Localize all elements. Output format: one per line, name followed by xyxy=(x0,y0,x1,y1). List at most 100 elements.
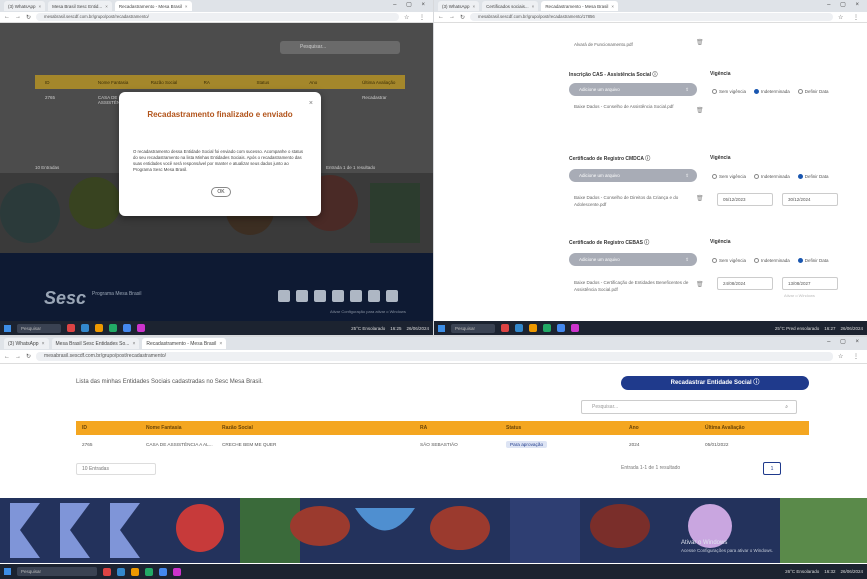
app-icon[interactable] xyxy=(543,324,551,332)
col-ultima-avaliacao[interactable]: Última Avaliação xyxy=(352,80,405,85)
close-icon[interactable]: × xyxy=(611,4,614,9)
file-link[interactable]: Baixe Dados - Conselho de Assistência So… xyxy=(574,103,699,110)
search-input[interactable]: Pesquisar... ⌕ xyxy=(581,400,797,414)
back-icon[interactable]: ← xyxy=(438,14,444,20)
close-icon[interactable]: × xyxy=(219,341,222,347)
link-icon[interactable] xyxy=(386,290,398,302)
radio-indeterminada[interactable]: Indeterminada xyxy=(754,174,790,180)
forward-icon[interactable]: → xyxy=(15,14,21,20)
weather[interactable]: 25°C Pred ensolarado xyxy=(775,326,819,331)
flickr-icon[interactable] xyxy=(350,290,362,302)
tab-recadastramento[interactable]: Recadastramento - Mesa Brasil × xyxy=(541,1,618,11)
table-row[interactable]: 2765 CASA DE ASSISTÊNCIA A AL... CRECHE … xyxy=(76,437,809,451)
entries-select[interactable]: 10 Entradas xyxy=(35,165,59,170)
clock-date[interactable]: 26/06/2024 xyxy=(406,326,429,331)
file-link[interactable]: Baixe Dados - Conselho de Direitos da Cr… xyxy=(574,194,699,208)
search-icon[interactable]: ⌕ xyxy=(785,401,788,414)
back-icon[interactable]: ← xyxy=(4,14,10,20)
trash-icon[interactable]: 🗑 xyxy=(696,39,704,46)
close-icon[interactable]: × xyxy=(39,4,42,9)
file-link[interactable]: Alvará de Funcionamento.pdf xyxy=(574,41,699,48)
entries-select[interactable]: 10 Entradas xyxy=(76,463,156,475)
app-icon[interactable] xyxy=(137,324,145,332)
trash-icon[interactable]: 🗑 xyxy=(696,281,704,288)
close-icon[interactable]: × xyxy=(473,4,476,9)
col-status[interactable]: Status xyxy=(246,80,299,85)
reload-icon[interactable]: ↻ xyxy=(460,14,465,21)
close-icon[interactable]: × xyxy=(42,341,45,347)
forward-icon[interactable]: → xyxy=(15,354,21,360)
tab-whatsapp[interactable]: (3) WhatsApp × xyxy=(4,338,49,349)
radio-indeterminada[interactable]: Indeterminada xyxy=(754,258,790,264)
app-icon[interactable] xyxy=(571,324,579,332)
linkedin-icon[interactable] xyxy=(368,290,380,302)
close-icon[interactable]: × xyxy=(532,4,535,9)
clock-time[interactable]: 16:27 xyxy=(824,326,835,331)
col-ano[interactable]: Ano xyxy=(299,80,352,85)
email-icon[interactable] xyxy=(278,290,290,302)
col-razao-social[interactable]: Razão Social xyxy=(141,80,194,85)
app-icon[interactable] xyxy=(123,324,131,332)
tab-whatsapp[interactable]: (3) WhatsApp × xyxy=(4,1,46,11)
app-icon[interactable] xyxy=(529,324,537,332)
taskbar-search[interactable]: Pesquisar xyxy=(17,323,61,333)
col-id[interactable]: ID xyxy=(35,80,88,85)
windows-start-icon[interactable] xyxy=(4,568,11,575)
taskbar-search[interactable]: Pesquisar xyxy=(17,567,97,576)
taskbar-search[interactable]: Pesquisar xyxy=(451,323,495,333)
app-icon[interactable] xyxy=(173,567,181,576)
col-ra[interactable]: RA xyxy=(330,425,506,431)
app-icon[interactable] xyxy=(159,567,167,576)
page-1-button[interactable]: 1 xyxy=(763,462,781,475)
cell-action[interactable]: Recadastrar xyxy=(352,95,405,105)
tab-entidades[interactable]: Mesa Brasil Sesc Entidades So... × xyxy=(51,338,140,349)
app-icon[interactable] xyxy=(67,324,75,332)
window-controls[interactable]: – ▢ × xyxy=(827,1,863,8)
clock-date[interactable]: 26/06/2024 xyxy=(840,326,863,331)
close-icon[interactable]: × xyxy=(105,4,108,9)
col-status[interactable]: Status xyxy=(506,425,629,431)
clock-time[interactable]: 16:32 xyxy=(824,569,835,574)
close-icon[interactable]: × xyxy=(309,100,313,107)
x-icon[interactable] xyxy=(332,290,344,302)
windows-start-icon[interactable] xyxy=(438,324,445,332)
url-field[interactable]: mesabrasil.sescdf.com.br/grupo/post/reca… xyxy=(36,13,399,21)
radio-definir-data[interactable]: Definir Data xyxy=(797,174,829,180)
url-field[interactable]: mesabrasil.sescdf.com.br/grupo/post/reca… xyxy=(470,13,833,21)
radio-sem-vigencia[interactable]: Sem vigência xyxy=(712,89,746,95)
instagram-icon[interactable] xyxy=(314,290,326,302)
date-to-input[interactable]: 13/08/2027 xyxy=(782,277,838,290)
windows-start-icon[interactable] xyxy=(4,324,11,332)
tab-certificados[interactable]: Certificados sociais... × xyxy=(482,1,539,11)
weather[interactable]: 26°C Ensolarado xyxy=(785,569,819,574)
recadastrar-button[interactable]: Recadastrar Entidade Social ⓘ xyxy=(621,376,809,390)
reload-icon[interactable]: ↻ xyxy=(26,14,31,21)
col-nome-fantasia[interactable]: Nome Fantasia xyxy=(146,425,222,431)
date-from-input[interactable]: 05/12/2023 xyxy=(717,193,773,206)
radio-definir-data[interactable]: Definir Data xyxy=(797,258,829,264)
file-link[interactable]: Baixe Dados - Certificação de Entidades … xyxy=(574,279,699,293)
forward-icon[interactable]: → xyxy=(449,14,455,20)
window-controls[interactable]: – ▢ × xyxy=(393,1,429,8)
date-to-input[interactable]: 30/12/2024 xyxy=(782,193,838,206)
col-razao-social[interactable]: Razão Social xyxy=(222,425,330,431)
trash-icon[interactable]: 🗑 xyxy=(696,195,704,202)
radio-sem-vigencia[interactable]: Sem vigência xyxy=(712,258,746,264)
upload-button[interactable]: Adicione um arquivo ⇪ xyxy=(569,83,697,96)
window-controls[interactable]: – ▢ × xyxy=(827,338,863,345)
app-icon[interactable] xyxy=(103,567,111,576)
close-icon[interactable]: × xyxy=(185,4,188,9)
browser-toolbar-icons[interactable]: ☆ ⋮ xyxy=(838,14,863,21)
facebook-icon[interactable] xyxy=(296,290,308,302)
app-icon[interactable] xyxy=(81,324,89,332)
app-icon[interactable] xyxy=(145,567,153,576)
radio-definir-data[interactable]: Definir Data xyxy=(797,89,829,95)
search-input[interactable]: Pesquisar... xyxy=(280,41,400,54)
back-icon[interactable]: ← xyxy=(4,354,10,360)
app-icon[interactable] xyxy=(501,324,509,332)
tab-recadastramento[interactable]: Recadastramento - Mesa Brasil × xyxy=(114,1,192,11)
app-icon[interactable] xyxy=(131,567,139,576)
radio-sem-vigencia[interactable]: Sem vigência xyxy=(712,174,746,180)
radio-indeterminada[interactable]: Indeterminada xyxy=(754,89,790,95)
url-field[interactable]: mesabrasil.sescdf.com.br/grupo/post/reca… xyxy=(36,352,833,361)
